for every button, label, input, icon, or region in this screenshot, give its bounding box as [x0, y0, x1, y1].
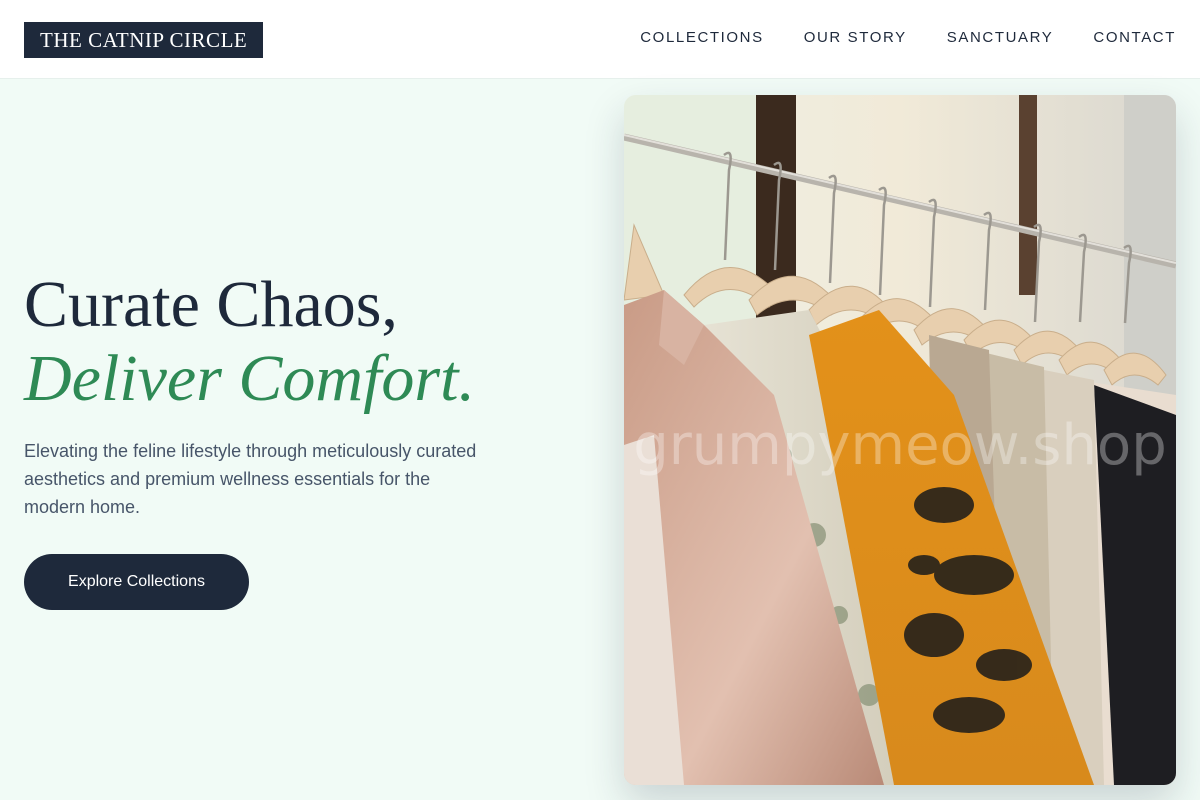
- explore-collections-button[interactable]: Explore Collections: [24, 554, 249, 610]
- hero-image: grumpymeow.shop: [624, 95, 1176, 785]
- hero-description: Elevating the feline lifestyle through m…: [24, 441, 477, 517]
- nav-link-contact[interactable]: CONTACT: [1093, 29, 1176, 46]
- hero-title: Curate Chaos, Deliver Comfort.: [24, 268, 475, 416]
- main-nav: COLLECTIONS OUR STORY SANCTUARY CONTACT: [640, 29, 1176, 46]
- nav-link-collections[interactable]: COLLECTIONS: [640, 29, 763, 46]
- clothing-rack-photo: [624, 95, 1176, 785]
- brand-logo[interactable]: THE CATNIP CIRCLE: [24, 22, 264, 58]
- nav-link-sanctuary[interactable]: SANCTUARY: [947, 29, 1054, 46]
- hero-title-line1: Curate Chaos,: [24, 268, 398, 341]
- nav-link-our-story[interactable]: OUR STORY: [804, 29, 907, 46]
- site-header: THE CATNIP CIRCLE COLLECTIONS OUR STORY …: [0, 0, 1200, 78]
- hero-title-line2: Deliver Comfort.: [24, 341, 475, 415]
